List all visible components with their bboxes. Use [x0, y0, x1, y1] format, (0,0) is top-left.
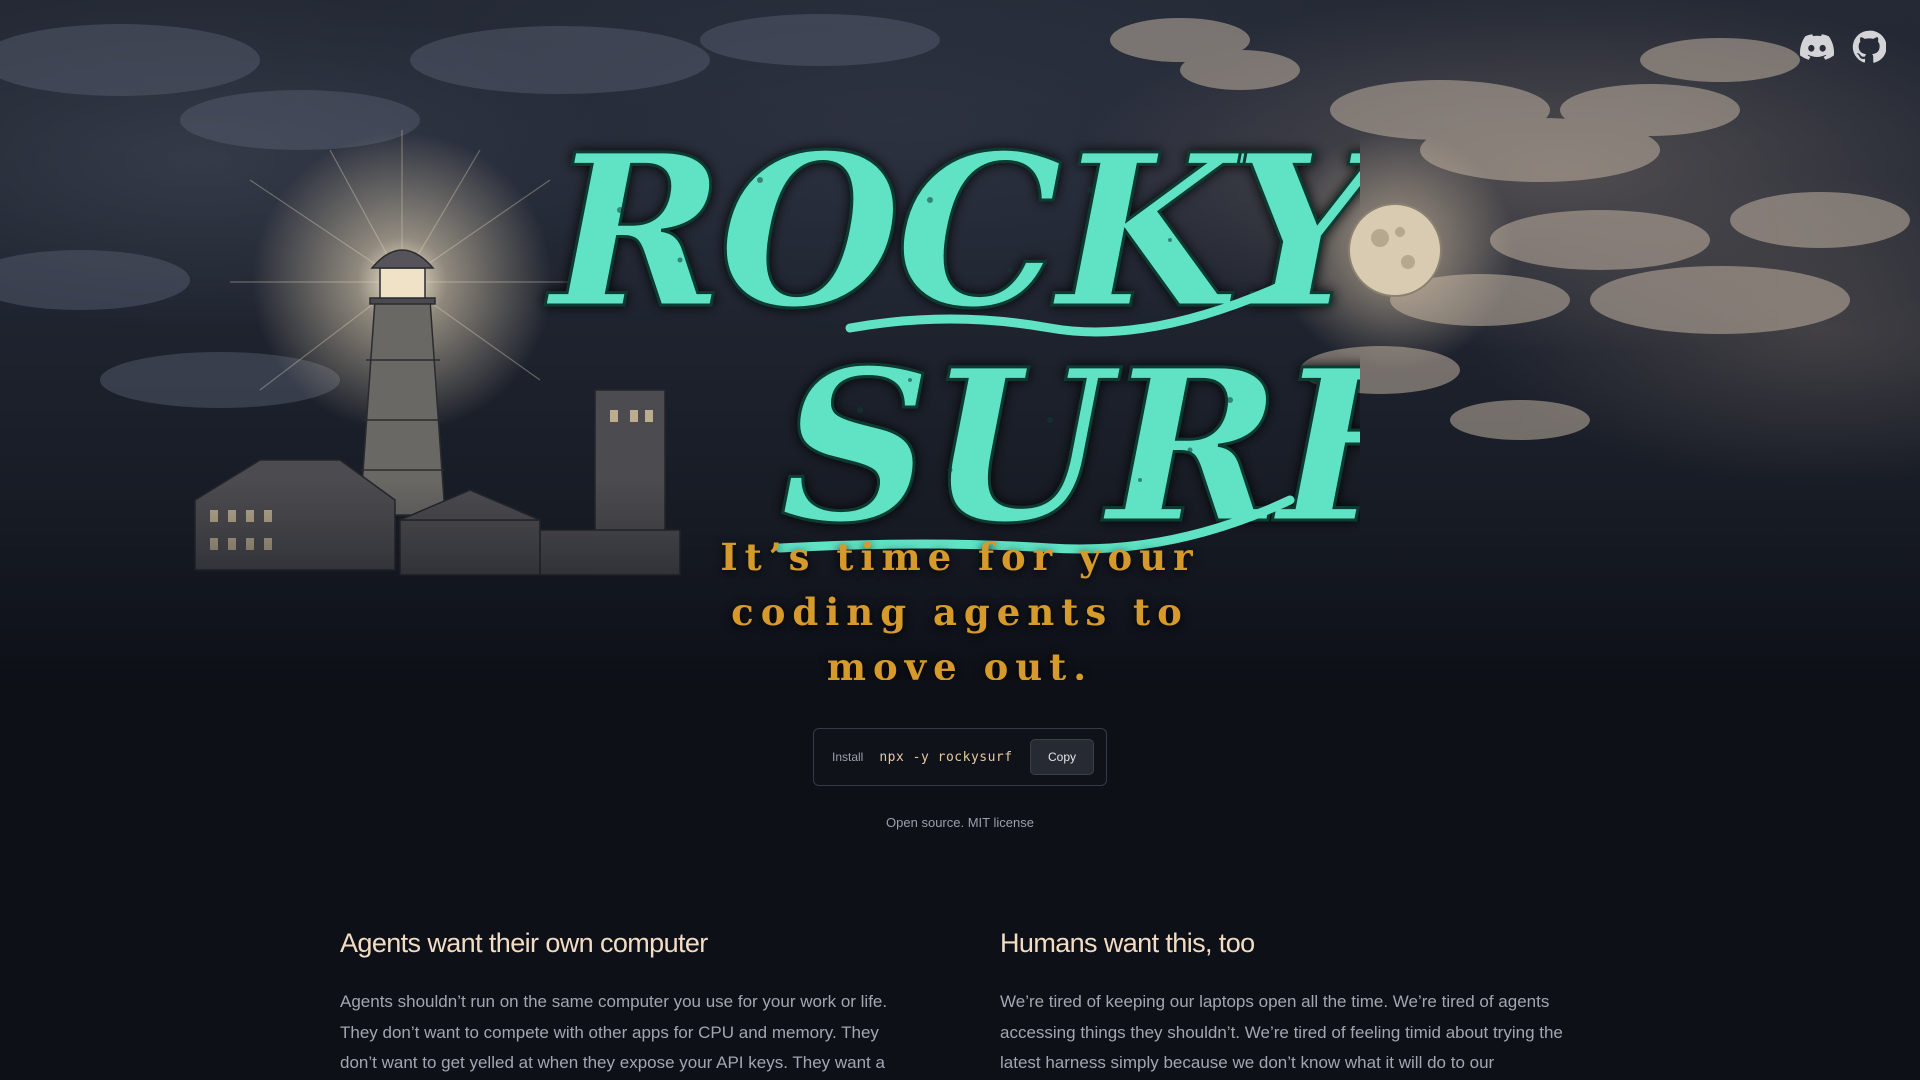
landing-page: ROCKY SURF It’s time for your coding age…	[0, 0, 1920, 1080]
rocky-surf-logo: ROCKY SURF	[544, 107, 1361, 571]
feature-title: Humans want this, too	[1000, 928, 1255, 958]
feature-agents: Agents want their own computer Agents sh…	[340, 928, 910, 1079]
install-label: Install	[832, 750, 864, 764]
install-command[interactable]: npx -y rockysurf	[879, 750, 1030, 765]
moon-icon	[1348, 203, 1442, 297]
feature-title: Agents want their own computer	[340, 928, 708, 958]
tagline-line-2: coding agents to	[731, 590, 1189, 634]
tagline-line-3: move out.	[826, 645, 1094, 680]
feature-body: We’re tired of keeping our laptops open …	[1000, 992, 1563, 1072]
hero: ROCKY SURF It’s time for your coding age…	[0, 0, 1920, 680]
feature-humans: Humans want this, too We’re tired of kee…	[1000, 928, 1570, 1080]
license-text: Open source. MIT license	[886, 815, 1034, 830]
tagline-line-1: It’s time for your	[720, 535, 1200, 579]
install-box: Install npx -y rockysurf Copy	[813, 728, 1107, 786]
tagline: It’s time for your coding agents to move…	[660, 530, 1260, 680]
github-icon[interactable]	[1852, 30, 1886, 64]
copy-button[interactable]: Copy	[1030, 739, 1094, 775]
discord-icon[interactable]	[1800, 30, 1834, 64]
top-nav	[1800, 30, 1886, 64]
feature-body: Agents shouldn’t run on the same compute…	[340, 992, 888, 1072]
